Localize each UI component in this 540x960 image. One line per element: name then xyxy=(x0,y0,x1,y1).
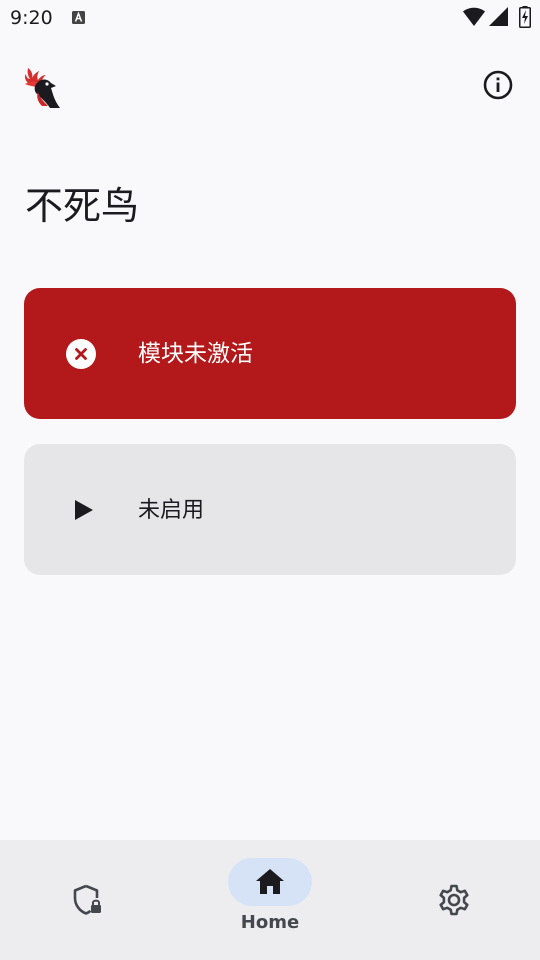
phoenix-bird-logo xyxy=(24,68,60,108)
accessibility-a-icon xyxy=(72,11,85,24)
status-bar: 9:20 xyxy=(0,0,540,36)
page-title: 不死鸟 xyxy=(25,184,140,228)
info-icon xyxy=(483,70,513,100)
module-status-label: 模块未激活 xyxy=(138,341,253,367)
gear-icon xyxy=(439,884,469,916)
module-status-card[interactable]: 模块未激活 xyxy=(24,288,516,419)
enable-status-card[interactable]: 未启用 xyxy=(24,444,516,575)
shield-lock-icon xyxy=(73,884,101,915)
error-circle-icon xyxy=(66,339,96,369)
home-icon xyxy=(256,869,284,894)
wifi-icon xyxy=(463,7,485,26)
nav-home-indicator xyxy=(228,858,312,906)
nav-home[interactable]: Home xyxy=(210,858,330,938)
bottom-navigation: Home xyxy=(0,840,540,960)
battery-charging-icon xyxy=(519,6,531,28)
signal-icon xyxy=(489,7,508,26)
info-button[interactable] xyxy=(480,67,516,103)
nav-home-label: Home xyxy=(240,912,300,933)
play-icon xyxy=(75,500,93,520)
nav-settings[interactable] xyxy=(426,880,482,920)
status-time: 9:20 xyxy=(10,7,53,29)
nav-denylist[interactable] xyxy=(60,880,116,920)
enable-status-label: 未启用 xyxy=(138,498,205,523)
